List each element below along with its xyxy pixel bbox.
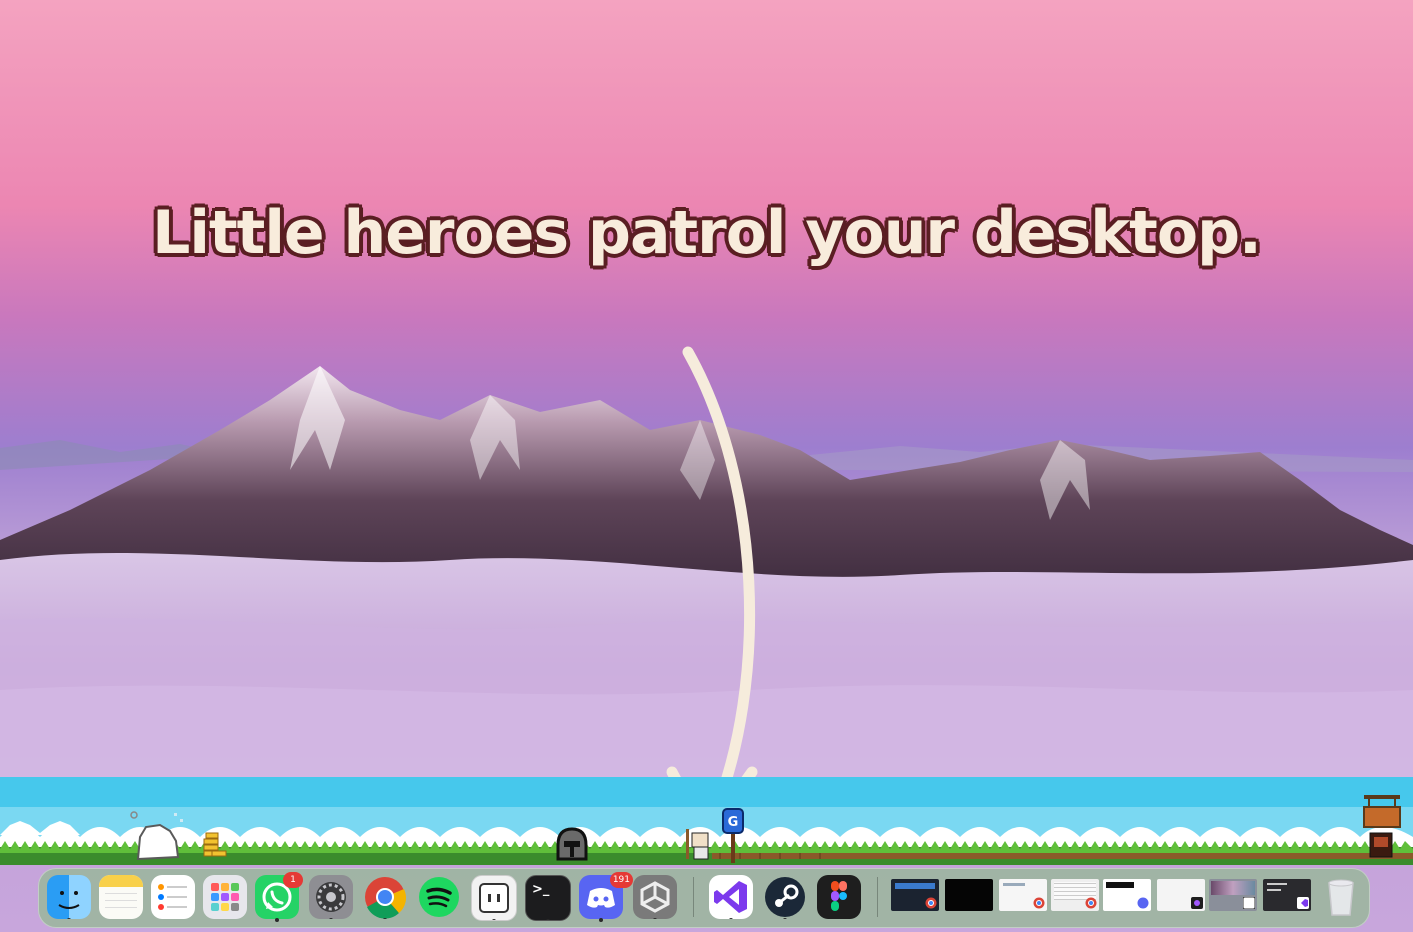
notes-header bbox=[99, 875, 143, 887]
window-thumbnail[interactable] bbox=[891, 879, 939, 911]
ghost-sprite bbox=[130, 811, 183, 861]
spotify-logo bbox=[419, 877, 459, 917]
reminders-list bbox=[158, 884, 187, 910]
steam-icon[interactable] bbox=[763, 875, 807, 919]
window-thumbnail[interactable] bbox=[1103, 879, 1151, 911]
chrome-icon bbox=[925, 897, 937, 909]
signpost-sprite: G bbox=[722, 808, 744, 863]
settings-gear-icon[interactable] bbox=[309, 875, 353, 919]
trash-icon[interactable] bbox=[1319, 875, 1363, 919]
heroes-app-icon[interactable] bbox=[471, 875, 517, 921]
visual-studio-icon[interactable] bbox=[709, 875, 753, 919]
dock-separator bbox=[693, 877, 694, 917]
chrome-icon bbox=[1033, 897, 1045, 909]
terminal-prompt: >_ bbox=[532, 882, 550, 897]
knight-helmet-sprite bbox=[556, 827, 588, 861]
unity-icon[interactable] bbox=[633, 875, 677, 919]
shop-sign-sprite bbox=[1363, 795, 1401, 858]
discord-badge: 191 bbox=[609, 872, 633, 888]
chrome-icon bbox=[1085, 897, 1097, 909]
running-indicator bbox=[599, 918, 603, 922]
window-thumbnail[interactable] bbox=[999, 879, 1047, 911]
steam-logo bbox=[765, 877, 805, 917]
running-indicator bbox=[546, 919, 550, 920]
figma-logo bbox=[831, 881, 847, 911]
dock-separator bbox=[877, 877, 878, 917]
game-strip: G bbox=[0, 777, 1413, 865]
launchpad-grid bbox=[211, 883, 239, 911]
finder-face bbox=[58, 891, 80, 909]
launchpad-icon[interactable] bbox=[203, 875, 247, 919]
window-thumbnail[interactable] bbox=[1157, 879, 1205, 911]
discord-icon[interactable]: 191 bbox=[579, 872, 633, 922]
notes-icon[interactable] bbox=[99, 875, 143, 919]
whatsapp-icon[interactable]: 1 bbox=[255, 872, 303, 922]
running-indicator bbox=[729, 918, 733, 919]
window-thumbnail[interactable] bbox=[1209, 879, 1257, 911]
running-indicator bbox=[275, 918, 279, 922]
running-indicator bbox=[67, 918, 71, 919]
unity-cube bbox=[640, 881, 670, 913]
signpost-label: G bbox=[728, 815, 739, 830]
whatsapp-badge: 1 bbox=[283, 872, 303, 888]
chrome-icon[interactable] bbox=[363, 875, 407, 919]
window-thumbnail[interactable] bbox=[1051, 879, 1099, 911]
figma-icon[interactable] bbox=[817, 875, 861, 919]
vs-logo bbox=[714, 881, 747, 913]
heroes-face bbox=[479, 883, 509, 913]
window-thumbnail[interactable] bbox=[945, 879, 993, 911]
running-indicator bbox=[653, 918, 657, 919]
terminal-icon[interactable]: >_ bbox=[525, 875, 571, 921]
reminders-icon[interactable] bbox=[151, 875, 195, 919]
figma-icon bbox=[1191, 897, 1203, 909]
running-indicator bbox=[329, 918, 333, 919]
chrome-logo bbox=[365, 877, 407, 919]
coin-stack-sprite bbox=[203, 832, 227, 857]
gear-shape bbox=[316, 882, 346, 912]
dock: 1 >_ 191 bbox=[38, 868, 1370, 928]
window-thumbnail[interactable] bbox=[1263, 879, 1311, 911]
discord-icon bbox=[1137, 897, 1149, 909]
finder-icon[interactable] bbox=[47, 875, 91, 919]
running-indicator bbox=[783, 918, 787, 919]
hero-sprite bbox=[686, 829, 709, 860]
heroes-app-icon bbox=[1243, 897, 1255, 909]
spotify-icon[interactable] bbox=[417, 875, 461, 919]
visual-studio-icon bbox=[1297, 897, 1309, 909]
trash-can bbox=[1328, 879, 1354, 916]
running-indicator bbox=[383, 918, 387, 919]
running-indicator bbox=[492, 919, 496, 920]
